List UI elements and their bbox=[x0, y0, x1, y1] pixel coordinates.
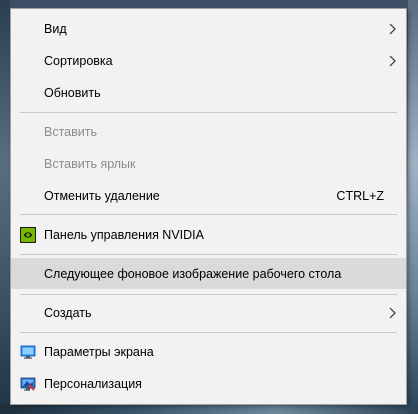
menu-separator bbox=[20, 332, 397, 333]
chevron-right-icon bbox=[389, 307, 396, 319]
menu-item-paste[interactable]: Вставить bbox=[11, 117, 406, 147]
nvidia-icon bbox=[20, 227, 36, 243]
menu-item-label: Параметры экрана bbox=[44, 345, 154, 359]
menu-item-undo-delete[interactable]: Отменить удаление CTRL+Z bbox=[11, 181, 406, 211]
menu-separator bbox=[20, 112, 397, 113]
menu-separator bbox=[20, 254, 397, 255]
menu-item-label: Создать bbox=[44, 306, 92, 320]
personalization-icon bbox=[20, 377, 36, 391]
menu-item-next-desktop-background[interactable]: Следующее фоновое изображение рабочего с… bbox=[11, 258, 406, 289]
chevron-right-icon bbox=[389, 55, 396, 67]
menu-item-view[interactable]: Вид bbox=[11, 14, 406, 44]
menu-item-paste-shortcut[interactable]: Вставить ярлык bbox=[11, 149, 406, 179]
keyboard-shortcut: CTRL+Z bbox=[336, 189, 384, 203]
menu-separator bbox=[20, 294, 397, 295]
chevron-right-icon bbox=[389, 23, 396, 35]
menu-item-label: Обновить bbox=[44, 86, 101, 100]
menu-item-refresh[interactable]: Обновить bbox=[11, 78, 406, 108]
menu-item-label: Персонализация bbox=[44, 377, 142, 391]
menu-item-label: Вставить ярлык bbox=[44, 157, 136, 171]
display-settings-icon bbox=[20, 345, 36, 359]
menu-item-display-settings[interactable]: Параметры экрана bbox=[11, 337, 406, 367]
menu-item-label: Отменить удаление bbox=[44, 189, 160, 203]
desktop-wallpaper-right bbox=[408, 0, 418, 414]
menu-separator bbox=[20, 214, 397, 215]
desktop-wallpaper-left bbox=[0, 0, 10, 414]
menu-item-personalization[interactable]: Персонализация bbox=[11, 369, 406, 399]
menu-item-new[interactable]: Создать bbox=[11, 298, 406, 328]
menu-item-label: Сортировка bbox=[44, 54, 113, 68]
menu-item-label: Вставить bbox=[44, 125, 97, 139]
menu-item-label: Следующее фоновое изображение рабочего с… bbox=[44, 266, 342, 281]
menu-item-sort[interactable]: Сортировка bbox=[11, 46, 406, 76]
menu-item-nvidia-control-panel[interactable]: Панель управления NVIDIA bbox=[11, 220, 406, 250]
desktop-context-menu: Вид Сортировка Обновить Вставить Вставит… bbox=[10, 8, 407, 405]
menu-item-label: Панель управления NVIDIA bbox=[44, 228, 204, 242]
desktop-wallpaper-bottom bbox=[0, 404, 418, 414]
menu-item-label: Вид bbox=[44, 22, 67, 36]
